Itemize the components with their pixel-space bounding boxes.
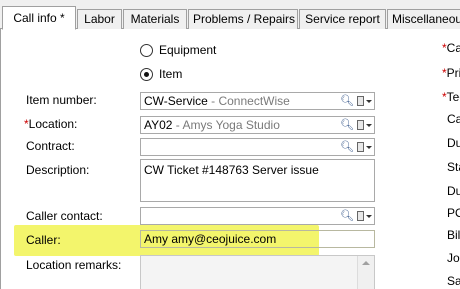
item-number-icons: 🔍︎ [338,94,372,108]
description-textarea[interactable]: CW Ticket #148763 Server issue [140,159,375,202]
radio-item-label: Item [159,67,183,81]
tab-service-report[interactable]: Service report [299,9,386,29]
radio-equipment-label: Equipment [159,43,217,57]
tab-call-info[interactable]: Call info * [2,6,76,30]
right-label-due: Du [447,136,460,150]
right-label-text: Bill [447,228,460,242]
right-label-call-type: *Cal [442,41,460,55]
right-label-text: Tec [446,90,460,104]
right-label-technician: *Tec [442,90,460,104]
item-number-code: CW-Service [144,94,208,108]
right-label-bill: Bill [447,228,460,242]
right-label-po: PO [447,206,460,220]
caller-value: Amy amy@ceojuice.com [144,232,277,246]
tab-labor[interactable]: Labor [77,9,122,29]
contract-field[interactable]: 🔍︎ [140,138,375,156]
contact-book-dropdown[interactable] [357,142,372,152]
location-remarks-scrollbar[interactable] [357,256,374,289]
scroll-up-icon[interactable] [362,261,370,265]
right-label-text: Du [447,136,460,150]
right-label-text: Sal [447,274,460,288]
tab-materials[interactable]: Materials [123,9,187,29]
item-number-name: - ConnectWise [207,94,290,108]
location-code: AY02 [144,118,173,132]
contract-label: Contract: [26,139,75,153]
right-label-priority: *Pri [442,66,460,80]
location-name: - Amys Yoga Studio [172,118,280,132]
search-icon[interactable]: 🔍︎ [340,209,354,223]
contact-book-icon [357,120,364,130]
location-remarks-label: Location remarks: [26,258,122,272]
contact-book-icon [357,142,364,152]
radio-item[interactable]: Item [140,66,182,82]
location-remarks-textarea[interactable] [140,255,375,289]
location-field[interactable]: AY02 - Amys Yoga Studio 🔍︎ [140,116,375,134]
contact-book-dropdown[interactable] [357,211,372,221]
search-icon[interactable]: 🔍︎ [340,118,354,132]
right-label-call: Cal [447,112,460,126]
description-value: CW Ticket #148763 Server issue [144,163,319,177]
right-label-status: Sta [447,160,460,174]
caller-field[interactable]: Amy amy@ceojuice.com [140,230,375,248]
tab-strip: Call info * Labor Materials Problems / R… [0,0,460,30]
description-label: Description: [26,163,90,177]
radio-equipment[interactable]: Equipment [140,42,216,58]
right-label-duration: Du [447,184,460,198]
right-label-text: Du [447,184,460,198]
contact-book-dropdown[interactable] [357,120,372,130]
caller-contact-label: Caller contact: [26,209,103,223]
tab-miscellaneous[interactable]: Miscellaneous [387,9,460,29]
search-icon[interactable]: 🔍︎ [340,140,354,154]
right-label-text: Pri [446,66,460,80]
tab-problems-repairs[interactable]: Problems / Repairs [188,9,298,29]
item-number-field[interactable]: CW-Service - ConnectWise 🔍︎ [140,92,375,110]
dropdown-arrow-icon [366,99,372,103]
caller-label: Caller: [26,233,61,247]
right-label-text: Job [447,251,460,265]
item-number-label: Item number: [26,93,97,107]
contact-book-icon [357,96,364,106]
contact-book-dropdown[interactable] [357,96,372,106]
call-info-panel: Equipment Item Item number: CW-Service -… [0,29,460,289]
location-icons: 🔍︎ [338,118,372,132]
right-label-text: Cal [447,112,460,126]
radio-equipment-circle[interactable] [140,43,153,57]
right-label-text: PO [447,206,460,220]
right-label-text: Cal [446,41,460,55]
contract-icons: 🔍︎ [338,140,372,154]
right-label-text: Sta [447,160,460,174]
location-label-text: Location: [28,117,78,131]
radio-item-circle[interactable] [140,67,153,81]
dropdown-arrow-icon [366,214,372,218]
contact-book-icon [357,211,364,221]
location-label: *Location: [24,117,77,131]
dropdown-arrow-icon [366,145,372,149]
caller-contact-icons: 🔍︎ [338,209,372,223]
search-icon[interactable]: 🔍︎ [340,94,354,108]
dropdown-arrow-icon [366,123,372,127]
caller-contact-field[interactable]: 🔍︎ [140,207,375,225]
right-label-job: Job [447,251,460,265]
right-label-sales: Sal [447,274,460,288]
